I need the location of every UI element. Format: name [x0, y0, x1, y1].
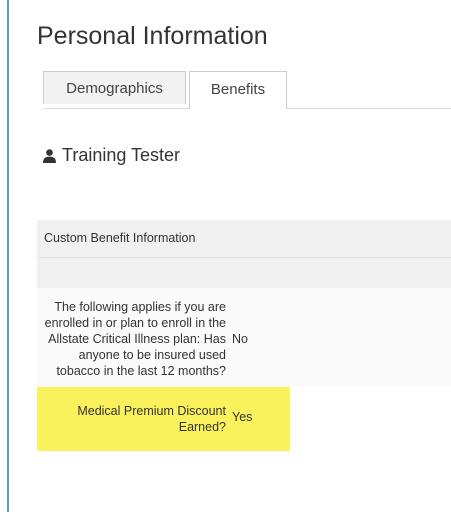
- benefit-row-label: Medical Premium Discount Earned?: [77, 403, 226, 434]
- benefit-row-label: The following applies if you are enrolle…: [44, 300, 226, 378]
- section-spacer: [37, 257, 451, 288]
- tab-bar: Demographics Benefits: [43, 71, 451, 109]
- benefit-row-tobacco: The following applies if you are enrolle…: [37, 288, 451, 387]
- user-icon: [43, 148, 56, 163]
- window-left-border: [7, 0, 9, 512]
- user-header: Training Tester: [43, 145, 180, 166]
- custom-benefit-section: Custom Benefit Information The following…: [37, 220, 451, 451]
- benefit-row-value: Yes: [232, 409, 253, 424]
- tab-demographics[interactable]: Demographics: [43, 71, 186, 104]
- user-name: Training Tester: [62, 145, 181, 165]
- page-title: Personal Information: [37, 22, 268, 50]
- section-header: Custom Benefit Information: [37, 220, 451, 257]
- benefit-row-discount: Medical Premium Discount Earned? Yes: [37, 387, 451, 451]
- tab-benefits[interactable]: Benefits: [189, 71, 287, 109]
- benefit-row-value: No: [232, 332, 248, 346]
